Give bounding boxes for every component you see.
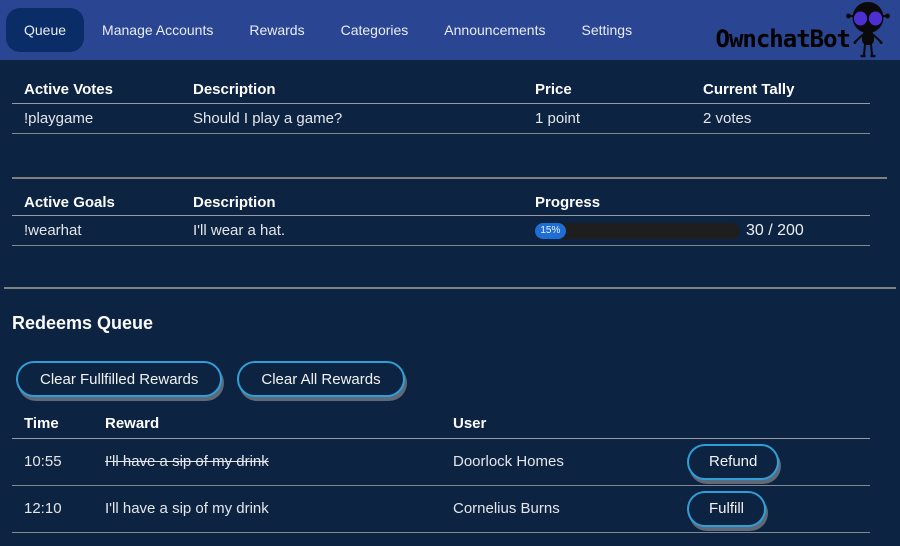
vote-row: !playgame Should I play a game? 1 point … <box>12 103 870 133</box>
redeem-reward: I'll have a sip of my drink <box>105 500 269 517</box>
redeems-header-action <box>675 410 870 438</box>
goal-command: !wearhat <box>12 216 181 246</box>
redeems-header-user: User <box>441 410 675 438</box>
tab-categories[interactable]: Categories <box>323 8 427 52</box>
redeems-actions: Clear Fullfilled Rewards Clear All Rewar… <box>16 361 900 397</box>
goals-header-progress: Progress <box>523 191 870 216</box>
logo-wordmark: OwnchatBot <box>716 25 851 53</box>
goals-header-description: Description <box>181 191 523 216</box>
redeem-user: Cornelius Burns <box>441 485 675 532</box>
vote-command: !playgame <box>12 103 181 133</box>
goal-row: !wearhat I'll wear a hat. 15% 30 / 200 <box>12 216 870 246</box>
active-votes-table: Active Votes Description Price Current T… <box>12 76 870 134</box>
vote-description: Should I play a game? <box>181 103 523 133</box>
votes-header-price: Price <box>523 76 691 103</box>
tab-manage-accounts[interactable]: Manage Accounts <box>84 8 231 52</box>
goals-header-command: Active Goals <box>12 191 181 216</box>
refund-button[interactable]: Refund <box>687 444 779 480</box>
redeem-user: Doorlock Homes <box>441 438 675 485</box>
clear-all-rewards-button[interactable]: Clear All Rewards <box>237 361 404 397</box>
tab-announcements[interactable]: Announcements <box>426 8 563 52</box>
redeems-table: Time Reward User 10:55 I'll have a sip o… <box>12 410 870 533</box>
vote-tally: 2 votes <box>691 103 870 133</box>
redeems-queue-title: Redeems Queue <box>12 313 900 334</box>
votes-header-command: Active Votes <box>12 76 181 103</box>
progress-bar-fill: 15% <box>535 223 566 239</box>
progress-bar: 15% <box>535 223 740 239</box>
page-divider <box>4 287 896 289</box>
votes-header-tally: Current Tally <box>691 76 870 103</box>
redeem-time: 12:10 <box>12 485 93 532</box>
redeem-row: 10:55 I'll have a sip of my drink Doorlo… <box>12 438 870 485</box>
fulfill-button[interactable]: Fulfill <box>687 491 766 527</box>
tab-queue[interactable]: Queue <box>6 8 84 52</box>
robot-mascot-icon <box>844 1 892 59</box>
tab-settings[interactable]: Settings <box>563 8 650 52</box>
progress-count: 30 / 200 <box>746 222 804 240</box>
section-divider <box>12 177 887 179</box>
goal-progress-cell: 15% 30 / 200 <box>523 216 870 246</box>
redeem-reward: I'll have a sip of my drink <box>105 453 269 470</box>
vote-price: 1 point <box>523 103 691 133</box>
votes-header-description: Description <box>181 76 523 103</box>
active-goals-table: Active Goals Description Progress !wearh… <box>12 191 870 247</box>
top-nav: Queue Manage Accounts Rewards Categories… <box>0 0 900 60</box>
app-logo: OwnchatBot <box>716 0 900 60</box>
redeems-header-reward: Reward <box>93 410 441 438</box>
tab-rewards[interactable]: Rewards <box>231 8 322 52</box>
clear-fulfilled-rewards-button[interactable]: Clear Fullfilled Rewards <box>16 361 222 397</box>
redeem-row: 12:10 I'll have a sip of my drink Cornel… <box>12 485 870 532</box>
goal-description: I'll wear a hat. <box>181 216 523 246</box>
redeems-header-time: Time <box>12 410 93 438</box>
redeem-time: 10:55 <box>12 438 93 485</box>
